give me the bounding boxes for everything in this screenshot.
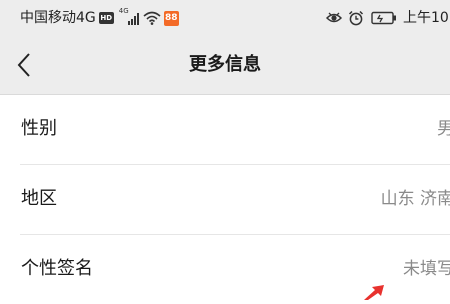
row-label: 个性签名 bbox=[21, 258, 93, 279]
page-title: 更多信息 bbox=[189, 54, 261, 75]
carrier-label: 中国移动4G bbox=[20, 10, 96, 26]
status-bar: 中国移动4G HD 4G 88 上午10 bbox=[0, 0, 450, 36]
status-bar-right: 上午10 bbox=[326, 8, 449, 28]
clock: 上午10 bbox=[403, 10, 449, 26]
battery-icon bbox=[371, 11, 396, 25]
row-gender[interactable]: 性别 男 bbox=[0, 95, 450, 164]
app-notification-icon: 88 bbox=[163, 10, 179, 26]
hd-icon: HD bbox=[98, 12, 114, 24]
row-value: 未填写 bbox=[403, 259, 450, 279]
status-bar-left: 中国移动4G HD 4G 88 bbox=[20, 7, 179, 28]
signal-icon: 4G bbox=[119, 7, 141, 26]
back-arrow-icon bbox=[17, 53, 30, 77]
nav-bar: 更多信息 bbox=[0, 36, 450, 94]
row-value: 男 bbox=[437, 119, 450, 139]
row-region[interactable]: 地区 山东 济南 bbox=[0, 165, 450, 234]
row-label: 性别 bbox=[21, 118, 57, 139]
wifi-icon bbox=[143, 11, 161, 25]
alarm-icon bbox=[348, 10, 364, 26]
back-button[interactable] bbox=[10, 50, 40, 80]
signal-bars bbox=[127, 13, 139, 25]
eye-icon bbox=[326, 12, 342, 23]
red-arrow-annotation bbox=[364, 285, 384, 300]
row-value: 山东 济南 bbox=[380, 189, 450, 209]
row-label: 地区 bbox=[21, 188, 57, 209]
